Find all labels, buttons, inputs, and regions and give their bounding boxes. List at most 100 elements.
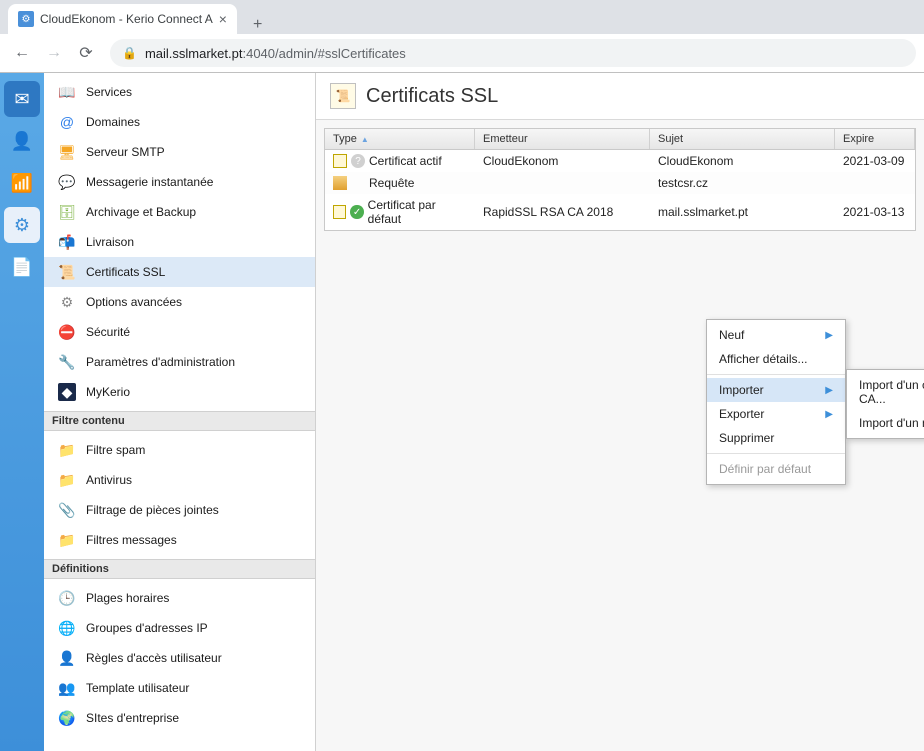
sidebar-item-security[interactable]: ⛔Sécurité xyxy=(44,317,315,347)
globe-icon: 🌍 xyxy=(58,709,76,727)
sidebar-item-domaines[interactable]: @Domaines xyxy=(44,107,315,137)
sidebar-item-antivirus[interactable]: 📁Antivirus xyxy=(44,465,315,495)
sidebar-item-timeranges[interactable]: 🕒Plages horaires xyxy=(44,583,315,613)
mykerio-icon: ◆ xyxy=(58,383,76,401)
url-box[interactable]: 🔒 mail.sslmarket.pt:4040/admin/#sslCerti… xyxy=(110,39,916,67)
menu-separator xyxy=(707,374,845,375)
menu-item-exporter[interactable]: Exporter▶ xyxy=(707,402,845,426)
chevron-right-icon: ▶ xyxy=(825,330,833,341)
lock-icon: 🔒 xyxy=(122,46,137,60)
tab-close-icon[interactable]: × xyxy=(219,11,227,27)
icon-rail: ✉ 👤 📶 ⚙ 📄 xyxy=(0,73,44,751)
delivery-icon: 📬 xyxy=(58,233,76,251)
forward-button[interactable]: → xyxy=(40,39,68,67)
cert-icon: 📜 xyxy=(58,263,76,281)
status-ok-icon: ✓ xyxy=(350,205,363,219)
sidebar-item-ipgroups[interactable]: 🌐Groupes d'adresses IP xyxy=(44,613,315,643)
clock-icon: 🕒 xyxy=(58,589,76,607)
col-emetteur[interactable]: Emetteur xyxy=(475,129,650,149)
address-bar: ← → ⟳ 🔒 mail.sslmarket.pt:4040/admin/#ss… xyxy=(0,34,924,72)
table-header: Type Emetteur Sujet Expire xyxy=(325,129,915,150)
rail-mail-icon[interactable]: ✉ xyxy=(4,81,40,117)
menu-item-importer[interactable]: Importer▶ xyxy=(707,378,845,402)
new-tab-button[interactable]: + xyxy=(245,16,270,34)
gear-icon: ⚙ xyxy=(58,293,76,311)
page-header: 📜 Certificats SSL xyxy=(316,73,924,120)
user-icon: 👤 xyxy=(58,649,76,667)
folder-icon: 📁 xyxy=(58,531,76,549)
table-row[interactable]: Requête testcsr.cz xyxy=(325,172,915,194)
sidebar-config-section: 📖Services @Domaines 🖥Serveur SMTP 💬Messa… xyxy=(44,73,315,411)
sidebar-item-attach[interactable]: 📎Filtrage de pièces jointes xyxy=(44,495,315,525)
chevron-right-icon: ▶ xyxy=(825,409,833,420)
sidebar-item-im[interactable]: 💬Messagerie instantanée xyxy=(44,167,315,197)
chat-icon: 💬 xyxy=(58,173,76,191)
rail-settings-icon[interactable]: ⚙ xyxy=(4,207,40,243)
menu-item-details[interactable]: Afficher détails... xyxy=(707,347,845,371)
cert-row-icon xyxy=(333,154,347,168)
submenu-item-ca[interactable]: Import d'un certificat signé de CA... xyxy=(847,373,924,411)
cert-row-icon xyxy=(333,205,346,219)
cert-table: Type Emetteur Sujet Expire ?Certificat a… xyxy=(324,128,916,231)
status-unknown-icon: ? xyxy=(351,154,365,168)
smtp-icon: 🖥 xyxy=(58,143,76,161)
main-panel: 📜 Certificats SSL Type Emetteur Sujet Ex… xyxy=(316,73,924,751)
tab-favicon-icon: ⚙ xyxy=(18,11,34,27)
table-row[interactable]: ?Certificat actif CloudEkonom CloudEkono… xyxy=(325,150,915,172)
context-menu: Neuf▶ Afficher détails... Importer▶ Expo… xyxy=(706,319,846,485)
sidebar-defs-section: 🕒Plages horaires 🌐Groupes d'adresses IP … xyxy=(44,579,315,737)
folder-icon: 📁 xyxy=(58,441,76,459)
rail-logs-icon[interactable]: 📄 xyxy=(4,249,40,285)
col-type[interactable]: Type xyxy=(325,129,475,149)
sidebar-item-usertemplate[interactable]: 👥Template utilisateur xyxy=(44,673,315,703)
sidebar-filter-section: 📁Filtre spam 📁Antivirus 📎Filtrage de piè… xyxy=(44,431,315,559)
col-expire[interactable]: Expire xyxy=(835,129,915,149)
shield-icon: ⛔ xyxy=(58,323,76,341)
col-sujet[interactable]: Sujet xyxy=(650,129,835,149)
app-body: ✉ 👤 📶 ⚙ 📄 📖Services @Domaines 🖥Serveur S… xyxy=(0,73,924,751)
services-icon: 📖 xyxy=(58,83,76,101)
submenu-import: Import d'un certificat signé de CA... Im… xyxy=(846,369,924,439)
sidebar-item-advanced[interactable]: ⚙Options avancées xyxy=(44,287,315,317)
sidebar-header-defs: Définitions xyxy=(44,559,315,579)
request-row-icon xyxy=(333,176,347,190)
sidebar-item-accessrules[interactable]: 👤Règles d'accès utilisateur xyxy=(44,643,315,673)
sidebar-item-delivery[interactable]: 📬Livraison xyxy=(44,227,315,257)
menu-item-default: Définir par défaut xyxy=(707,457,845,481)
menu-item-neuf[interactable]: Neuf▶ xyxy=(707,323,845,347)
rail-users-icon[interactable]: 👤 xyxy=(4,123,40,159)
reload-button[interactable]: ⟳ xyxy=(72,39,100,67)
page-title: Certificats SSL xyxy=(366,85,498,108)
sidebar-item-sites[interactable]: 🌍SItes d'entreprise xyxy=(44,703,315,733)
wrench-icon: 🔧 xyxy=(58,353,76,371)
browser-tab[interactable]: ⚙ CloudEkonom - Kerio Connect A × xyxy=(8,4,237,34)
sidebar-item-msgfilter[interactable]: 📁Filtres messages xyxy=(44,525,315,555)
sidebar-item-spam[interactable]: 📁Filtre spam xyxy=(44,435,315,465)
table-row[interactable]: ✓Certificat par défaut RapidSSL RSA CA 2… xyxy=(325,194,915,230)
sidebar-item-ssl[interactable]: 📜Certificats SSL xyxy=(44,257,315,287)
sidebar-header-filter: Filtre contenu xyxy=(44,411,315,431)
url-text: mail.sslmarket.pt:4040/admin/#sslCertifi… xyxy=(145,46,406,61)
back-button[interactable]: ← xyxy=(8,39,36,67)
chevron-right-icon: ▶ xyxy=(825,385,833,396)
sidebar-item-smtp[interactable]: 🖥Serveur SMTP xyxy=(44,137,315,167)
table-body: ?Certificat actif CloudEkonom CloudEkono… xyxy=(325,150,915,230)
sidebar: 📖Services @Domaines 🖥Serveur SMTP 💬Messa… xyxy=(44,73,316,751)
template-icon: 👥 xyxy=(58,679,76,697)
rail-stats-icon[interactable]: 📶 xyxy=(4,165,40,201)
tab-strip: ⚙ CloudEkonom - Kerio Connect A × + xyxy=(0,0,924,34)
at-icon: @ xyxy=(58,113,76,131)
tab-title: CloudEkonom - Kerio Connect A xyxy=(40,12,213,26)
page-header-cert-icon: 📜 xyxy=(330,83,356,109)
folder-icon: 📁 xyxy=(58,471,76,489)
sidebar-item-mykerio[interactable]: ◆MyKerio xyxy=(44,377,315,407)
sidebar-item-services[interactable]: 📖Services xyxy=(44,77,315,107)
submenu-item-new[interactable]: Import d'un nouveau certificat... xyxy=(847,411,924,435)
sidebar-item-backup[interactable]: 🗄Archivage et Backup xyxy=(44,197,315,227)
sidebar-item-adminparams[interactable]: 🔧Paramètres d'administration xyxy=(44,347,315,377)
ipgroup-icon: 🌐 xyxy=(58,619,76,637)
menu-item-supprimer[interactable]: Supprimer xyxy=(707,426,845,450)
browser-chrome: ⚙ CloudEkonom - Kerio Connect A × + ← → … xyxy=(0,0,924,73)
backup-icon: 🗄 xyxy=(58,203,76,221)
menu-separator xyxy=(707,453,845,454)
